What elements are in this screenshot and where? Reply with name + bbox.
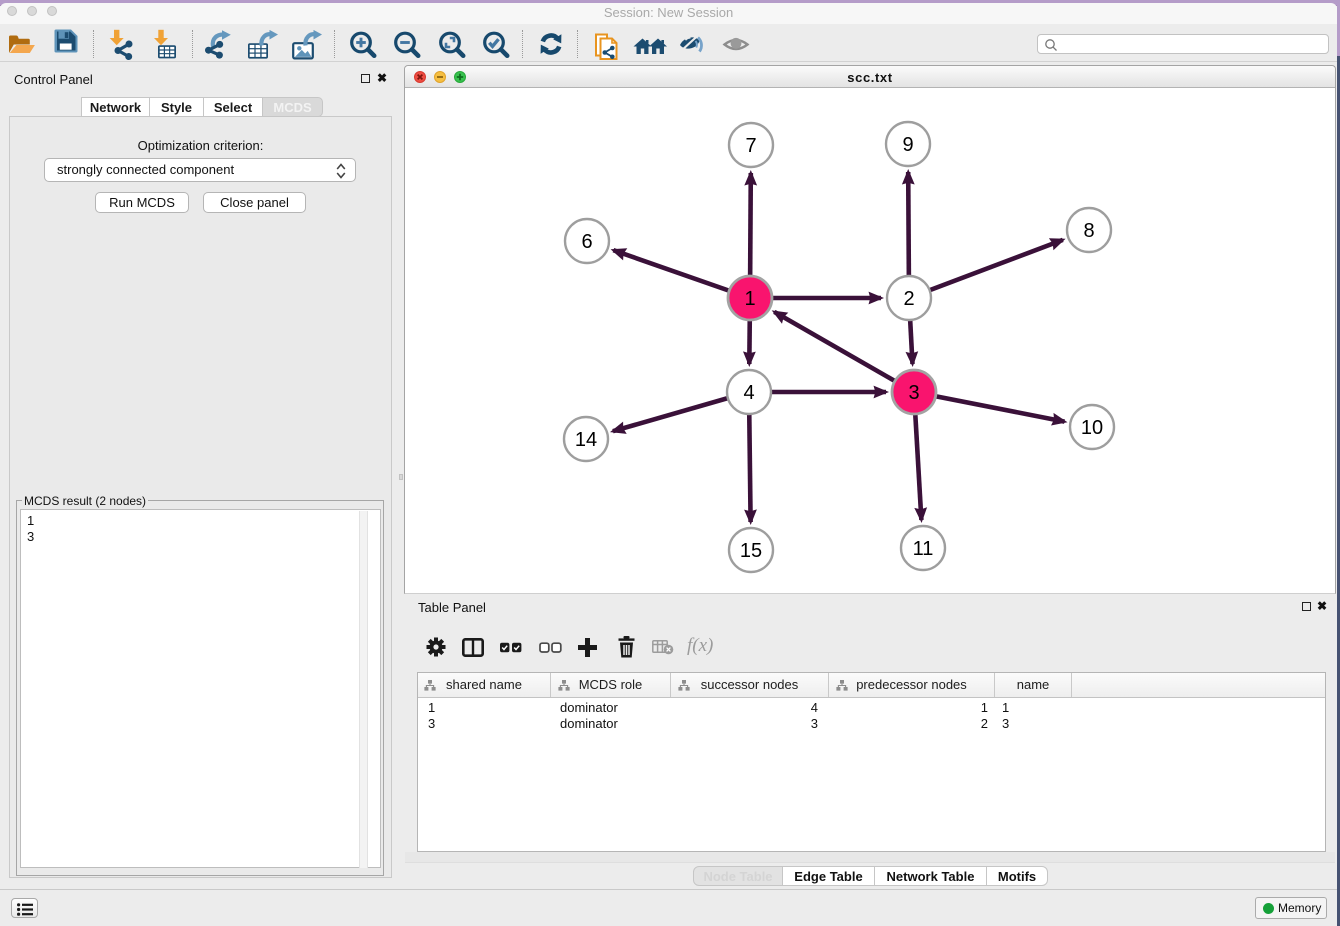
- svg-text:2: 2: [903, 288, 914, 310]
- svg-text:11: 11: [913, 538, 934, 560]
- svg-text:8: 8: [1083, 220, 1094, 242]
- svg-text:3: 3: [908, 382, 919, 404]
- svg-text:1: 1: [744, 288, 755, 310]
- svg-text:9: 9: [902, 134, 913, 156]
- svg-text:6: 6: [581, 231, 592, 253]
- svg-text:10: 10: [1081, 417, 1103, 439]
- svg-text:14: 14: [575, 429, 597, 451]
- svg-text:4: 4: [743, 382, 754, 404]
- svg-text:15: 15: [740, 540, 762, 562]
- svg-text:7: 7: [745, 135, 756, 157]
